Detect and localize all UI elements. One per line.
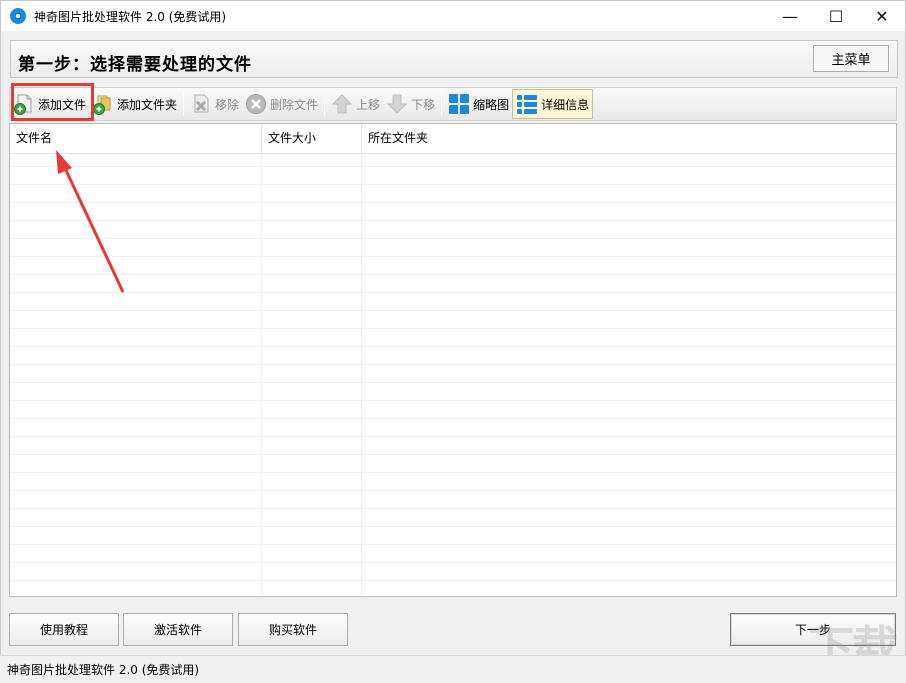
title-bar: 神奇图片批处理软件 2.0 (免费试用) — ☐ ✕ <box>0 0 906 31</box>
list-view-icon <box>516 93 538 115</box>
thumbnail-view-button[interactable]: 缩略图 <box>445 89 512 119</box>
toolbar: 添加文件 添加文件夹 移除 删除文件 上移 下移 缩略图 详细信息 <box>9 87 897 121</box>
toolbar-separator <box>183 92 185 116</box>
table-row-line <box>10 274 896 275</box>
table-row-line <box>10 292 896 293</box>
table-row-line <box>10 364 896 365</box>
step-title: 第一步：选择需要处理的文件 <box>18 55 252 75</box>
table-row-line <box>10 490 896 491</box>
delete-file-label: 删除文件 <box>270 97 319 112</box>
table-row-line <box>10 256 896 257</box>
app-icon <box>10 8 26 24</box>
table-row-line <box>10 544 896 545</box>
move-down-button[interactable]: 下移 <box>383 89 438 119</box>
activate-button[interactable]: 激活软件 <box>123 613 233 646</box>
thumbnail-label: 缩略图 <box>473 97 510 112</box>
status-bar: 神奇图片批处理软件 2.0 (免费试用) <box>0 655 906 683</box>
table-row-line <box>10 220 896 221</box>
add-file-button[interactable]: 添加文件 <box>10 89 89 119</box>
table-row-line <box>10 400 896 401</box>
move-down-label: 下移 <box>411 97 436 112</box>
table-row-line <box>10 454 896 455</box>
details-view-button[interactable]: 详细信息 <box>512 89 594 119</box>
toolbar-separator <box>324 92 326 116</box>
column-header-filename[interactable]: 文件名 <box>10 124 262 154</box>
table-row-line <box>10 508 896 509</box>
add-folder-button[interactable]: 添加文件夹 <box>89 89 180 119</box>
column-header-filesize[interactable]: 文件大小 <box>262 124 362 154</box>
step-header: 第一步：选择需要处理的文件 主菜单 <box>10 40 898 78</box>
move-up-label: 上移 <box>356 97 381 112</box>
table-row-line <box>10 310 896 311</box>
remove-label: 移除 <box>215 97 240 112</box>
add-file-icon <box>13 93 35 115</box>
grid-column-divider <box>261 154 262 596</box>
details-label: 详细信息 <box>541 97 590 112</box>
add-folder-label: 添加文件夹 <box>117 97 178 112</box>
close-button[interactable]: ✕ <box>859 1 905 32</box>
status-text: 神奇图片批处理软件 2.0 (免费试用) <box>7 663 200 677</box>
toolbar-separator <box>441 92 443 116</box>
table-row-line <box>10 238 896 239</box>
delete-file-icon <box>245 93 267 115</box>
minimize-button[interactable]: — <box>767 1 813 32</box>
table-row-line <box>10 562 896 563</box>
add-folder-icon <box>92 93 114 115</box>
table-row-line <box>10 436 896 437</box>
table-row-line <box>10 184 896 185</box>
table-row-line <box>10 580 896 581</box>
table-row-line <box>10 382 896 383</box>
table-row-line <box>10 328 896 329</box>
next-step-button[interactable]: 下一步 <box>730 613 896 646</box>
arrow-up-icon <box>331 93 353 115</box>
grid-column-divider <box>361 154 362 596</box>
table-header: 文件名 文件大小 所在文件夹 <box>10 124 896 154</box>
tutorial-button[interactable]: 使用教程 <box>9 613 119 646</box>
maximize-button[interactable]: ☐ <box>813 1 859 32</box>
arrow-down-icon <box>386 93 408 115</box>
main-menu-button[interactable]: 主菜单 <box>813 45 889 72</box>
grid-view-icon <box>448 93 470 115</box>
window-title: 神奇图片批处理软件 2.0 (免费试用) <box>34 9 227 24</box>
remove-icon <box>190 93 212 115</box>
table-row-line <box>10 418 896 419</box>
delete-file-button[interactable]: 删除文件 <box>242 89 321 119</box>
move-up-button[interactable]: 上移 <box>328 89 383 119</box>
table-row-line <box>10 472 896 473</box>
table-row-line <box>10 202 896 203</box>
remove-button[interactable]: 移除 <box>187 89 242 119</box>
add-file-label: 添加文件 <box>38 97 87 112</box>
column-header-folder[interactable]: 所在文件夹 <box>362 124 896 154</box>
buy-button[interactable]: 购买软件 <box>238 613 348 646</box>
file-table[interactable]: 文件名 文件大小 所在文件夹 <box>9 123 897 597</box>
table-row-line <box>10 346 896 347</box>
table-row-line <box>10 166 896 167</box>
table-row-line <box>10 526 896 527</box>
